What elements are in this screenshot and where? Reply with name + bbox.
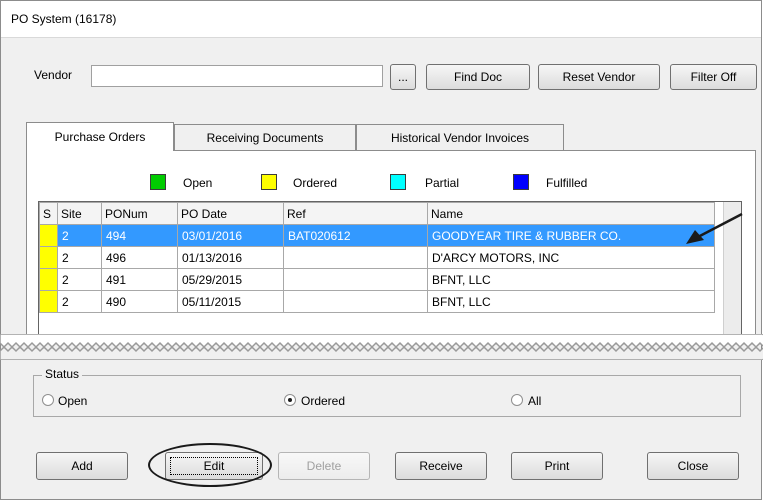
title-bar: PO System (16178) (1, 1, 761, 38)
ref-cell (283, 290, 428, 313)
legend-open-swatch (150, 174, 166, 190)
receive-label: Receive (419, 459, 463, 473)
filter-off-button[interactable]: Filter Off (670, 64, 757, 90)
legend-partial-swatch (390, 174, 406, 190)
column-header-ponum[interactable]: PONum (101, 202, 178, 225)
po-date-cell: 05/11/2015 (177, 290, 284, 313)
delete-button[interactable]: Delete (278, 452, 370, 480)
print-label: Print (544, 459, 570, 473)
status-all-label[interactable]: All (528, 394, 541, 408)
status-ordered-radio[interactable] (284, 394, 296, 406)
tab-purchase-orders[interactable]: Purchase Orders (26, 122, 174, 151)
table-row[interactable]: 2 496 01/13/2016 D'ARCY MOTORS, INC (39, 246, 715, 269)
name-cell: GOODYEAR TIRE & RUBBER CO. (427, 224, 715, 247)
status-group-label: Status (42, 367, 83, 381)
find-doc-label: Find Doc (453, 70, 503, 84)
tab-receiving-documents[interactable]: Receiving Documents (174, 124, 356, 150)
po-date-cell: 01/13/2016 (177, 246, 284, 269)
column-header-po-date[interactable]: PO Date (177, 202, 284, 225)
status-cell (39, 246, 58, 269)
close-button[interactable]: Close (647, 452, 739, 480)
column-header-site[interactable]: Site (57, 202, 102, 225)
status-cell (39, 290, 58, 313)
po-table: S Site PONum PO Date Ref Name 2 494 03/0… (39, 202, 715, 313)
table-row[interactable]: 2 490 05/11/2015 BFNT, LLC (39, 290, 715, 313)
ponum-cell: 491 (101, 268, 178, 291)
callout-arrow-icon (686, 212, 743, 244)
site-cell: 2 (57, 268, 102, 291)
vendor-input[interactable] (91, 65, 383, 87)
legend-ordered-label: Ordered (293, 176, 338, 190)
reset-vendor-button[interactable]: Reset Vendor (538, 64, 660, 90)
reset-vendor-label: Reset Vendor (562, 70, 636, 84)
ref-cell (283, 268, 428, 291)
site-cell: 2 (57, 290, 102, 313)
status-open-label[interactable]: Open (58, 394, 87, 408)
ponum-cell: 494 (101, 224, 178, 247)
name-cell: BFNT, LLC (427, 290, 715, 313)
status-group (33, 375, 741, 417)
legend-fulfilled-swatch (513, 174, 529, 190)
print-button[interactable]: Print (511, 452, 603, 480)
browse-vendor-button[interactable]: ... (390, 64, 416, 90)
table-header-row: S Site PONum PO Date Ref Name (39, 202, 715, 225)
window-title: PO System (16178) (11, 12, 117, 26)
status-all-radio[interactable] (511, 394, 523, 406)
tab-historical-vendor-invoices[interactable]: Historical Vendor Invoices (356, 124, 564, 150)
filter-off-label: Filter Off (690, 70, 737, 84)
site-cell: 2 (57, 224, 102, 247)
status-ordered-label[interactable]: Ordered (301, 394, 345, 408)
site-cell: 2 (57, 246, 102, 269)
table-row[interactable]: 2 494 03/01/2016 BAT020612 GOODYEAR TIRE… (39, 224, 715, 247)
find-doc-button[interactable]: Find Doc (426, 64, 530, 90)
po-date-cell: 03/01/2016 (177, 224, 284, 247)
torn-edge-divider (0, 334, 763, 360)
status-cell (39, 268, 58, 291)
name-cell: D'ARCY MOTORS, INC (427, 246, 715, 269)
column-header-ref[interactable]: Ref (283, 202, 428, 225)
edit-highlight-circle (148, 443, 272, 487)
ref-cell (283, 246, 428, 269)
close-label: Close (677, 459, 709, 473)
purchase-orders-grid[interactable]: S Site PONum PO Date Ref Name 2 494 03/0… (38, 201, 742, 339)
name-cell: BFNT, LLC (427, 268, 715, 291)
legend-partial-label: Partial (425, 176, 460, 190)
status-cell (39, 224, 58, 247)
legend-open-label: Open (183, 176, 213, 190)
table-row[interactable]: 2 491 05/29/2015 BFNT, LLC (39, 268, 715, 291)
legend-ordered-swatch (261, 174, 277, 190)
ponum-cell: 496 (101, 246, 178, 269)
delete-label: Delete (306, 459, 342, 473)
ponum-cell: 490 (101, 290, 178, 313)
column-header-status[interactable]: S (39, 202, 58, 225)
vendor-label: Vendor (34, 68, 73, 82)
add-button[interactable]: Add (36, 452, 128, 480)
ref-cell: BAT020612 (283, 224, 428, 247)
legend-fulfilled-label: Fulfilled (546, 176, 588, 190)
column-header-name[interactable]: Name (427, 202, 715, 225)
receive-button[interactable]: Receive (395, 452, 487, 480)
po-date-cell: 05/29/2015 (177, 268, 284, 291)
add-label: Add (71, 459, 93, 473)
status-open-radio[interactable] (42, 394, 54, 406)
